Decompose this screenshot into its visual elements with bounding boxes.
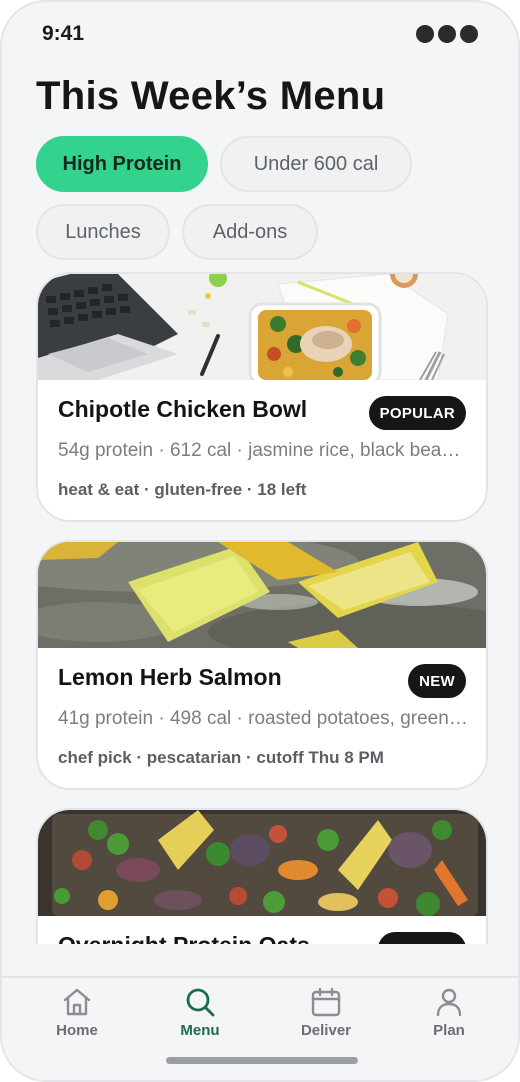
status-time: 9:41 xyxy=(42,22,85,45)
calendar-icon xyxy=(310,986,342,1018)
filter-chip-under-600-cal[interactable]: Under 600 cal xyxy=(220,136,412,192)
tab-menu[interactable]: Menu xyxy=(150,986,250,1048)
meal-name: Lemon Herb Salmon xyxy=(58,664,282,690)
meal-description: 41g protein · 498 cal · roasted potatoes… xyxy=(58,708,468,729)
meal-photo xyxy=(38,542,486,648)
tab-deliver-label: Deliver xyxy=(300,1022,352,1039)
tab-menu-label: Menu xyxy=(180,1022,220,1039)
meal-card[interactable]: Lemon Herb Salmon NEW 41g protein · 498 … xyxy=(36,540,488,790)
filter-chip-lunches[interactable]: Lunches xyxy=(36,204,170,260)
meal-card[interactable]: Chipotle Chicken Bowl POPULAR 54g protei… xyxy=(36,272,488,522)
meal-feed[interactable]: Chipotle Chicken Bowl POPULAR 54g protei… xyxy=(36,272,488,944)
tab-bar: Home Menu Deliver Plan xyxy=(2,976,518,1080)
meal-name: Chipotle Chicken Bowl xyxy=(58,396,308,422)
search-icon xyxy=(184,986,216,1018)
meal-card[interactable]: Overnight Protein Oats xyxy=(36,808,488,944)
meal-badge-popular: POPULAR xyxy=(368,396,466,430)
phone-frame: 9:41 This Week’s Menu High Protein Under… xyxy=(0,0,520,1082)
person-icon xyxy=(433,986,465,1018)
meal-badge xyxy=(378,932,466,944)
meal-photo xyxy=(38,274,486,380)
meal-description: 54g protein · 612 cal · jasmine rice, bl… xyxy=(58,440,468,461)
tab-home-label: Home xyxy=(56,1022,98,1039)
tab-plan[interactable]: Plan xyxy=(399,986,499,1048)
meal-name: Overnight Protein Oats xyxy=(58,932,310,944)
meal-photo xyxy=(38,810,486,916)
tab-plan-label: Plan xyxy=(433,1022,465,1039)
tab-home[interactable]: Home xyxy=(27,986,127,1048)
status-icons xyxy=(416,25,478,43)
meal-badge-new: NEW xyxy=(408,664,466,698)
meal-meta: heat & eat · gluten-free · 18 left xyxy=(58,480,307,499)
home-icon xyxy=(61,986,93,1018)
status-bar: 9:41 xyxy=(42,20,478,48)
page-title: This Week’s Menu xyxy=(36,74,386,118)
home-indicator xyxy=(166,1057,358,1064)
tab-deliver[interactable]: Deliver xyxy=(276,986,376,1048)
meal-meta: chef pick · pescatarian · cutoff Thu 8 P… xyxy=(58,748,384,767)
filter-chip-high-protein[interactable]: High Protein xyxy=(36,136,208,192)
filter-chip-add-ons[interactable]: Add-ons xyxy=(182,204,318,260)
